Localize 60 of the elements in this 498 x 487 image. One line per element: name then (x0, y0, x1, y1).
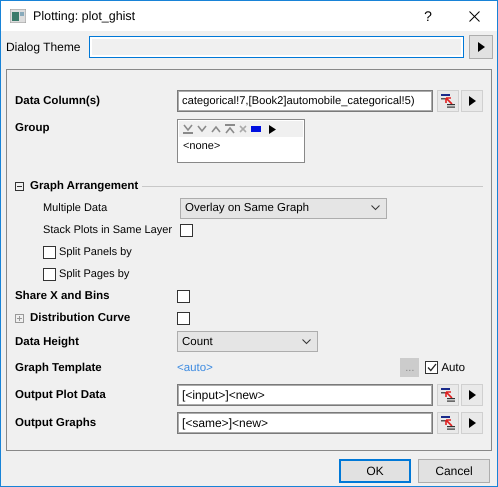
checkbox[interactable] (425, 361, 438, 374)
checkbox[interactable] (180, 224, 193, 236)
menu-button[interactable] (461, 412, 483, 434)
text-field[interactable]: [<input>]<new> (177, 384, 434, 406)
move-bottom-icon (183, 124, 193, 134)
checkbox-label: Split Pages by (59, 268, 130, 280)
app-icon (10, 9, 26, 23)
checkbox[interactable] (177, 290, 190, 302)
column-picker-icon (441, 388, 456, 402)
field-label: Data Column(s) (15, 95, 101, 107)
column-picker-icon (441, 416, 456, 430)
help-button[interactable]: ? (405, 8, 451, 24)
field-label: Graph Template (15, 362, 103, 374)
checkbox-label: Share X and Bins (15, 290, 111, 302)
color-swatch-icon (251, 126, 261, 132)
field-label: Dialog Theme (6, 40, 82, 54)
section-title: Distribution Curve (30, 312, 132, 324)
checkbox-label: Stack Plots in Same Layer (43, 224, 174, 236)
field-label: Group (15, 122, 50, 134)
text-field[interactable]: [<same>]<new> (177, 412, 434, 434)
chevron-down-icon (371, 205, 380, 211)
ok-button[interactable]: OK (339, 459, 411, 483)
menu-button[interactable] (469, 35, 493, 59)
column-picker-button[interactable] (437, 412, 460, 434)
chevron-up-icon (211, 125, 221, 133)
checkbox-label: Auto (441, 362, 465, 374)
menu-button[interactable] (461, 90, 483, 112)
window-title: Plotting: plot_ghist (33, 9, 136, 23)
section-title: Graph Arrangement (30, 180, 138, 192)
group-item: <none> (182, 139, 222, 154)
field-label: Output Plot Data (15, 389, 107, 401)
chevron-down-icon (197, 125, 207, 133)
chevron-down-icon (302, 338, 311, 344)
checkbox[interactable] (177, 312, 190, 324)
column-picker-button[interactable] (437, 90, 460, 112)
column-picker-icon (441, 94, 456, 108)
dropdown[interactable]: Overlay on Same Graph (180, 198, 387, 218)
menu-button[interactable] (461, 384, 483, 406)
close-icon (468, 10, 480, 22)
delete-icon (239, 125, 247, 133)
move-top-icon (225, 124, 235, 134)
play-icon (269, 124, 276, 134)
dropdown[interactable]: Count (177, 331, 318, 352)
play-icon (468, 96, 476, 106)
collapse-icon[interactable] (15, 182, 24, 190)
play-icon (468, 390, 476, 400)
check-icon (426, 363, 437, 372)
theme-field[interactable] (89, 36, 464, 58)
column-picker-button[interactable] (437, 384, 460, 406)
checkbox[interactable] (43, 246, 56, 258)
play-icon (478, 42, 484, 52)
text-field[interactable]: categorical!7,[Book2]automobile_categorical!5) (177, 90, 434, 112)
checkbox-label: Split Panels by (59, 246, 132, 258)
play-icon (468, 418, 476, 428)
cancel-button[interactable]: Cancel (418, 459, 490, 483)
group-list[interactable]: <none> (177, 119, 305, 163)
field-label: Output Graphs (15, 417, 98, 429)
field-label: Multiple Data (43, 202, 108, 214)
field-label: Data Height (15, 336, 80, 348)
checkbox[interactable] (43, 268, 56, 280)
